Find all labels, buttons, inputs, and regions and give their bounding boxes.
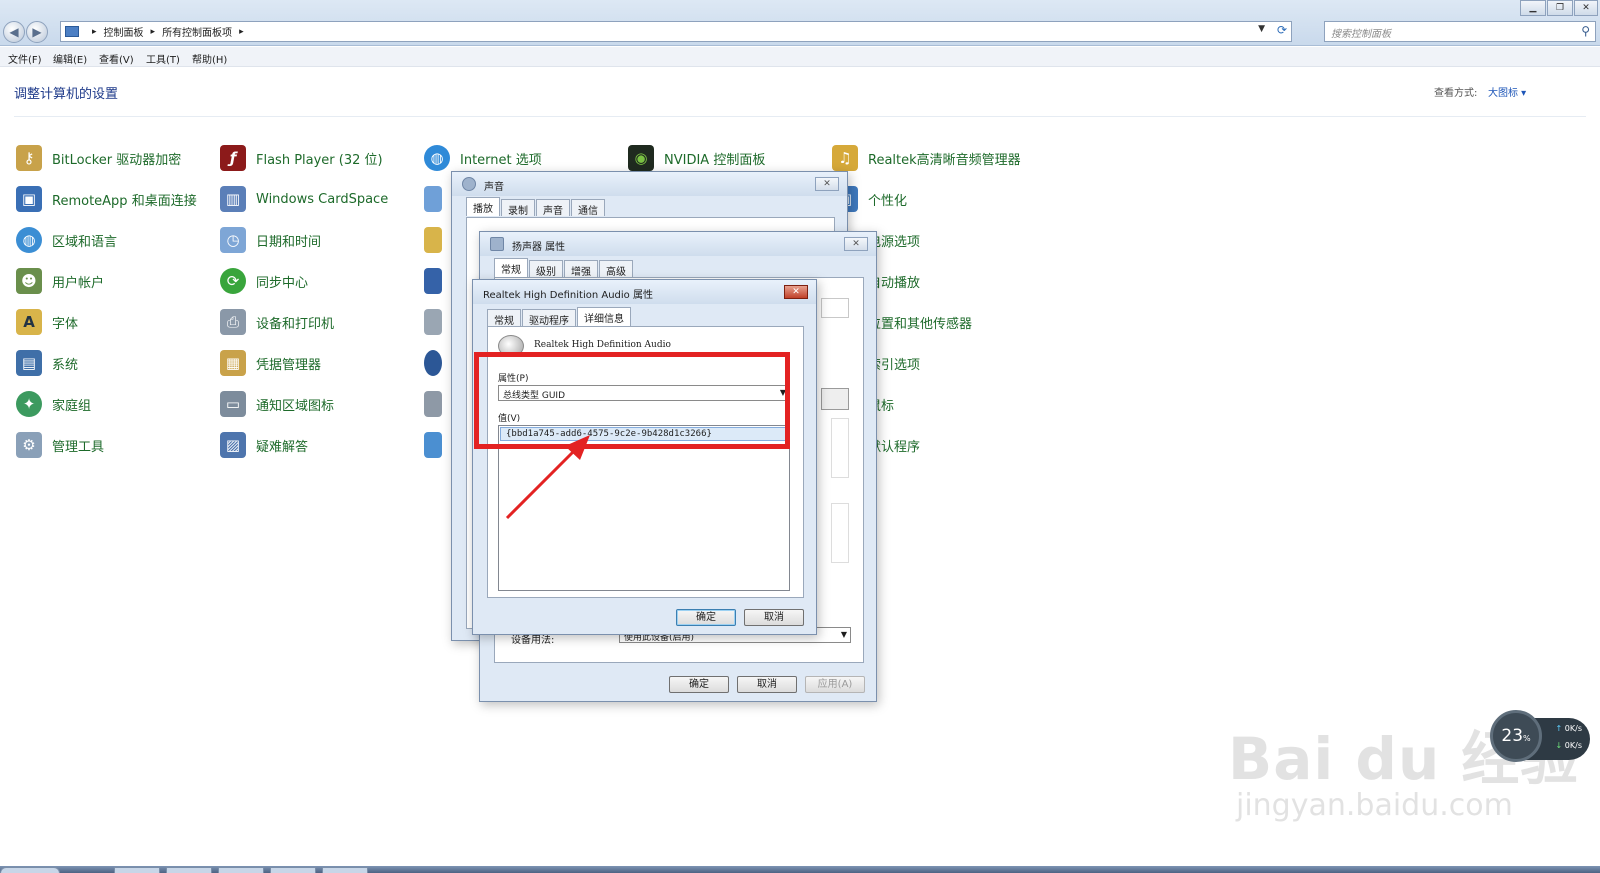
tab-details[interactable]: 详细信息 (577, 307, 631, 326)
upload-rate-value: 0K/s (1564, 724, 1582, 733)
download-rate-value: 0K/s (1564, 741, 1582, 750)
tab-general[interactable]: 常规 (494, 258, 528, 277)
percent-unit: % (1523, 734, 1531, 743)
taskbar-app[interactable] (322, 867, 368, 873)
start-button[interactable] (0, 867, 60, 873)
tab-playback[interactable]: 播放 (466, 197, 500, 216)
taskbar-app[interactable] (270, 867, 316, 873)
download-rate: ↓ 0K/s (1556, 741, 1582, 750)
taskbar (0, 866, 1600, 873)
cpu-usage-gauge: 23% (1490, 710, 1542, 762)
arrow-shaft (505, 445, 580, 520)
baidu-watermark-url: jingyan.baidu.com (1236, 788, 1513, 823)
taskbar-app-explorer[interactable] (166, 867, 212, 873)
cpu-percent: 23 (1501, 726, 1524, 746)
taskbar-app[interactable] (218, 867, 264, 873)
network-speed-widget[interactable]: 23% ↑ 0K/s ↓ 0K/s (1490, 710, 1590, 762)
taskbar-app-ie[interactable] (114, 867, 160, 873)
upload-rate: ↑ 0K/s (1556, 724, 1582, 733)
upload-arrow-icon: ↑ (1555, 724, 1565, 733)
download-arrow-icon: ↓ (1555, 741, 1565, 750)
